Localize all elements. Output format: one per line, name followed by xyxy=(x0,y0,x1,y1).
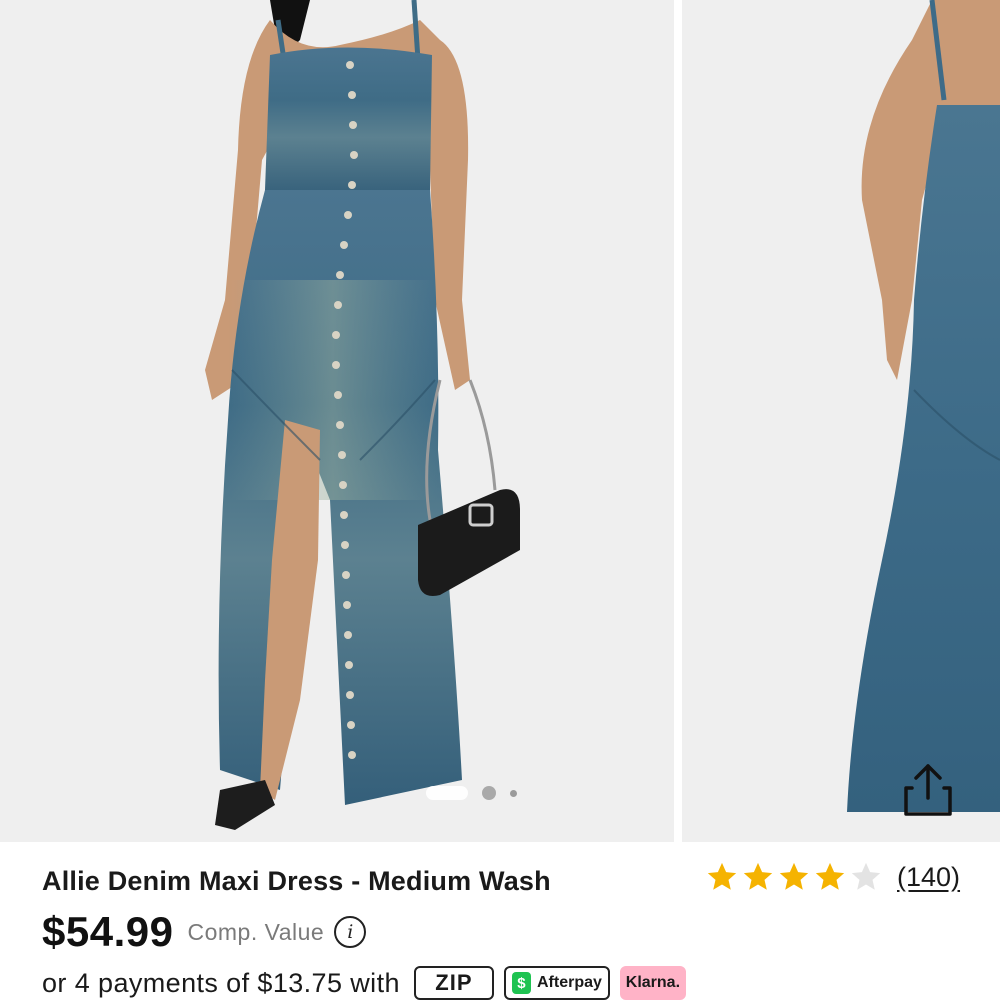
carousel-indicator[interactable] xyxy=(426,784,517,802)
klarna-badge[interactable]: Klarna. xyxy=(619,966,686,1000)
product-rating[interactable]: (140) xyxy=(705,860,960,894)
rating-stars xyxy=(705,860,883,894)
model-front-photo xyxy=(0,0,674,842)
product-title: Allie Denim Maxi Dress - Medium Wash xyxy=(42,866,551,896)
star-empty-icon xyxy=(851,862,881,890)
info-icon[interactable]: i xyxy=(334,916,367,948)
star-filled-icon xyxy=(707,862,737,890)
model-back-photo xyxy=(682,0,1000,842)
star-filled-icon xyxy=(743,862,773,890)
afterpay-label: Afterpay xyxy=(537,974,602,991)
installment-row: or 4 payments of $13.75 with ZIP $ After… xyxy=(42,966,686,1000)
star-filled-icon xyxy=(779,862,809,890)
share-icon xyxy=(904,764,952,816)
afterpay-logo-icon: $ xyxy=(511,972,531,994)
price-row: $54.99 Comp. Value i xyxy=(42,908,367,956)
carousel-dot[interactable] xyxy=(482,786,496,800)
product-image-gallery[interactable] xyxy=(0,0,1000,842)
share-button[interactable] xyxy=(898,760,958,820)
zip-logo: ZIP xyxy=(435,970,473,995)
comp-value-label: Comp. Value xyxy=(187,918,325,945)
zip-badge[interactable]: ZIP xyxy=(413,966,494,1000)
klarna-logo: Klarna. xyxy=(625,974,681,991)
review-count-link[interactable]: (140) xyxy=(897,862,960,893)
product-price: $54.99 xyxy=(42,908,174,955)
product-image-front[interactable] xyxy=(0,0,674,842)
afterpay-badge[interactable]: $ Afterpay xyxy=(503,966,610,1000)
star-filled-icon xyxy=(815,862,845,890)
carousel-dot[interactable] xyxy=(510,789,517,797)
installment-text: or 4 payments of $13.75 with xyxy=(42,967,400,998)
carousel-dot-active[interactable] xyxy=(426,786,468,800)
product-info: Allie Denim Maxi Dress - Medium Wash (14… xyxy=(0,842,1000,1000)
product-image-back[interactable] xyxy=(682,0,1000,842)
